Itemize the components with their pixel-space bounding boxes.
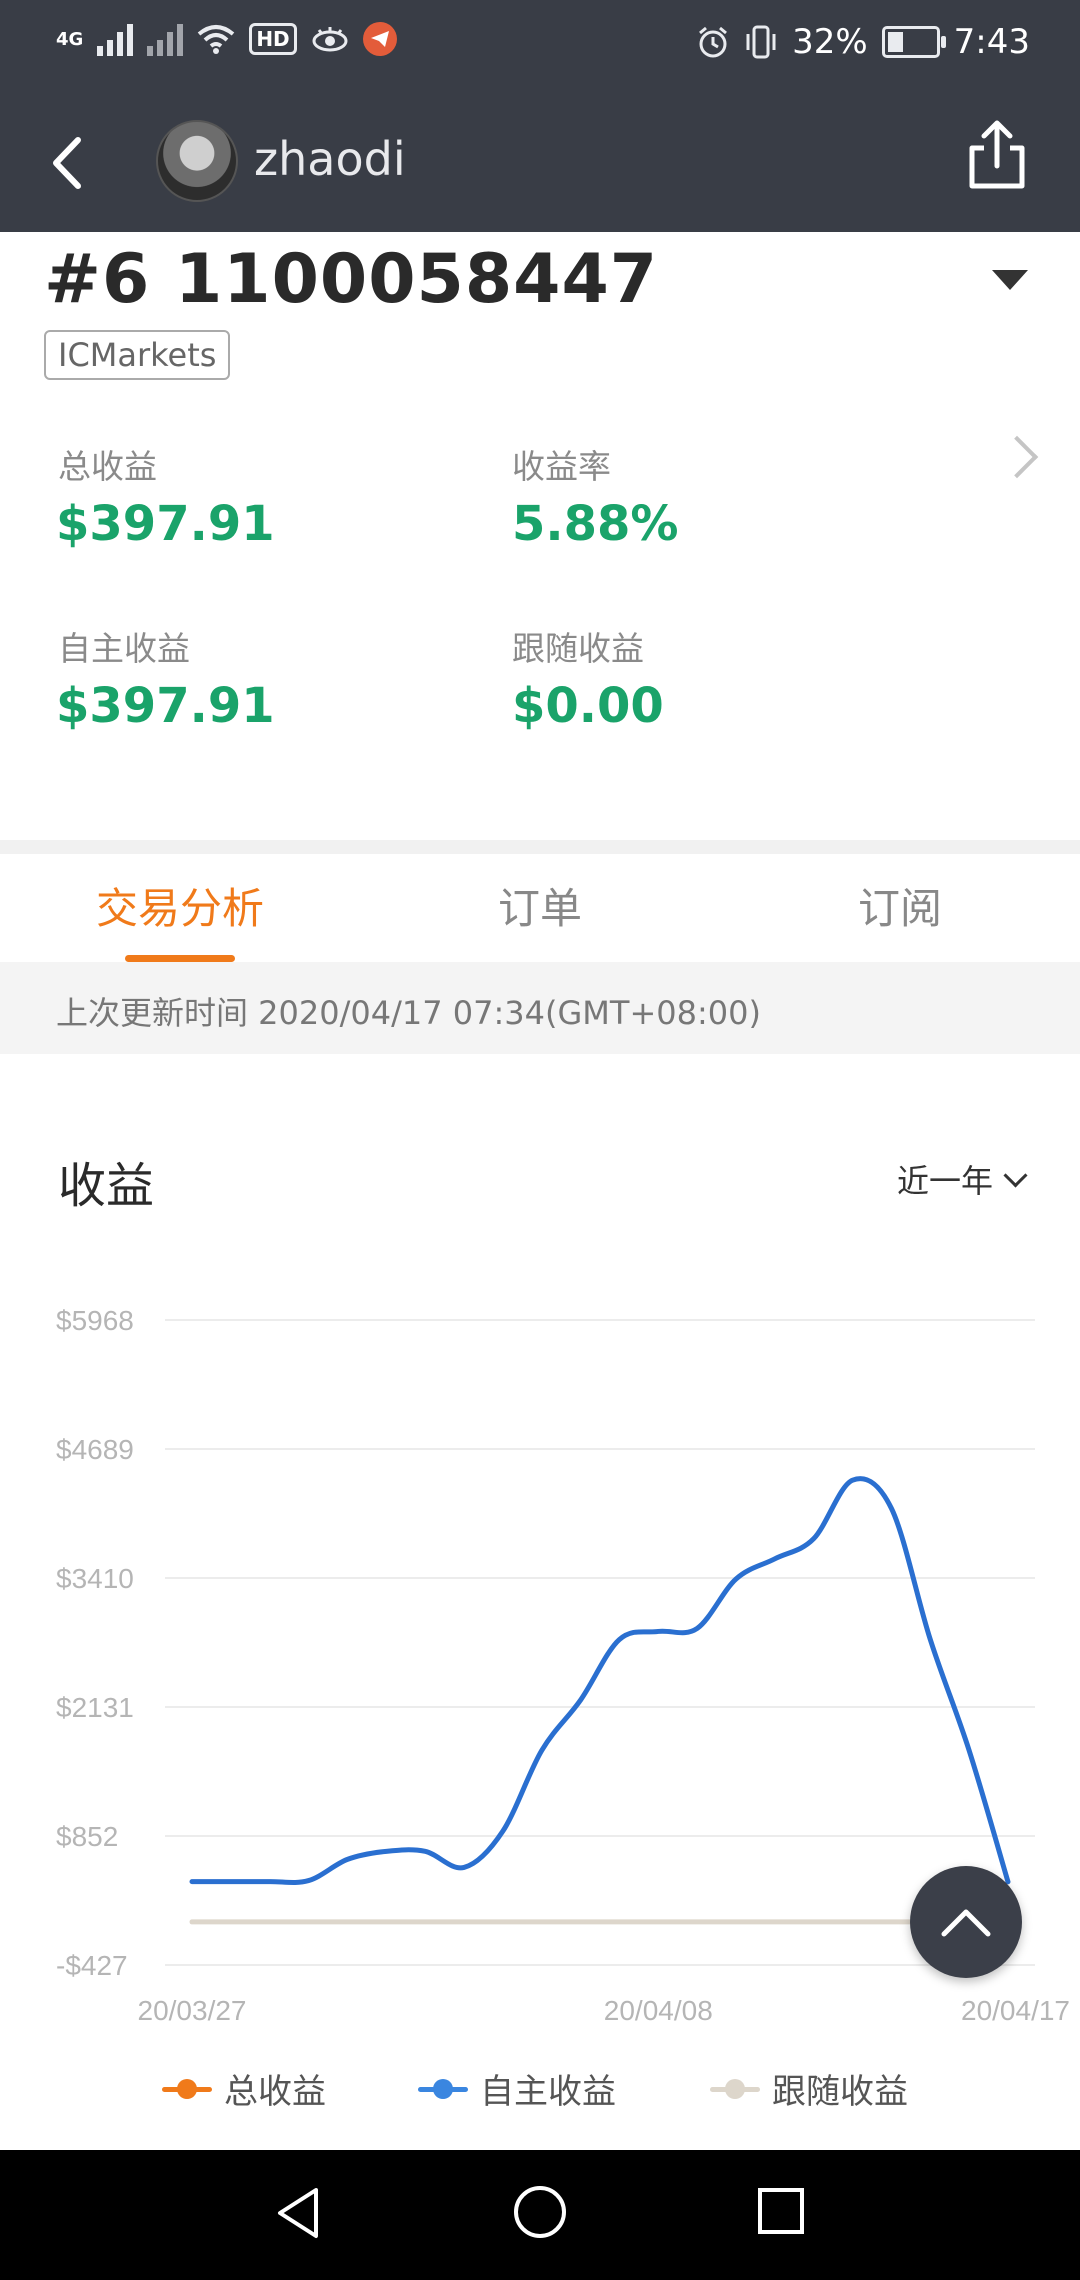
broker-tag: ICMarkets (44, 330, 231, 380)
period-label: 近一年 (896, 1162, 993, 1200)
tab-indicator (125, 955, 235, 962)
y-tick-label: $852 (56, 1821, 118, 1852)
tab-bar: 交易分析 订单 订阅 (0, 854, 1080, 962)
follow-profit-label: 跟随收益 (512, 629, 644, 668)
legend-item-follow[interactable]: 跟随收益 (710, 2064, 908, 2113)
profit-rate-label: 收益率 (512, 447, 611, 486)
hd-icon: HD (249, 23, 297, 55)
own-profit-label: 自主收益 (58, 629, 190, 668)
battery-icon (881, 26, 946, 58)
legend-marker (418, 2078, 468, 2099)
chevron-right-icon[interactable] (995, 435, 1039, 479)
y-tick-label: $5968 (56, 1305, 134, 1336)
section-divider (0, 840, 1080, 854)
signal-icon-2 (147, 22, 184, 56)
x-tick-label: 20/03/27 (138, 1995, 247, 2026)
y-tick-label: $3410 (56, 1563, 134, 1594)
network-type: 4G (56, 28, 84, 50)
own-profit-value: $397.91 (56, 678, 275, 734)
nav-recents-icon[interactable] (756, 2186, 806, 2236)
tab-label: 订阅 (857, 884, 942, 933)
tab-orders[interactable]: 订单 (360, 854, 720, 962)
nav-home-icon[interactable] (512, 2184, 568, 2240)
legend-label: 总收益 (224, 2072, 326, 2112)
eye-icon (312, 27, 348, 52)
chevron-up-icon (941, 1909, 991, 1937)
legend-label: 跟随收益 (772, 2072, 908, 2112)
wifi-icon (198, 25, 235, 54)
y-tick-label: -$427 (56, 1950, 128, 1981)
total-profit-label: 总收益 (58, 447, 157, 486)
account-dropdown-icon[interactable] (992, 270, 1028, 290)
y-tick-label: $4689 (56, 1434, 134, 1465)
app-header: zhaodi (0, 92, 1080, 232)
tab-trade-analysis[interactable]: 交易分析 (0, 854, 360, 962)
vibrate-icon (746, 25, 776, 59)
account-id: #6 1100058447 (44, 240, 659, 319)
last-updated-bar: 上次更新时间 2020/04/17 07:34(GMT+08:00) (0, 962, 1080, 1054)
share-icon[interactable] (962, 118, 1032, 192)
system-nav-bar (0, 2150, 1080, 2280)
tab-label: 订单 (497, 884, 582, 933)
avatar[interactable] (156, 120, 238, 202)
nav-back-icon[interactable] (272, 2184, 324, 2242)
x-tick-label: 20/04/08 (604, 1995, 713, 2026)
own-profit-series-line (189, 1476, 1011, 1885)
chart-legend: 总收益 自主收益 跟随收益 (0, 2064, 1080, 2124)
legend-marker (162, 2078, 212, 2099)
follow-profit-value: $0.00 (512, 678, 664, 734)
profit-rate-value: 5.88% (512, 496, 679, 552)
signal-icon (97, 22, 134, 56)
profit-section-title: 收益 (58, 1158, 155, 1214)
legend-item-own[interactable]: 自主收益 (418, 2064, 616, 2113)
y-tick-label: $2131 (56, 1692, 134, 1723)
battery-percent: 32% (792, 22, 868, 62)
telegram-icon (362, 22, 397, 56)
back-icon[interactable] (36, 128, 106, 198)
last-updated-text: 上次更新时间 2020/04/17 07:34(GMT+08:00) (56, 994, 761, 1032)
clock: 7:43 (953, 22, 1030, 62)
legend-label: 自主收益 (480, 2072, 616, 2112)
total-profit-value: $397.91 (56, 496, 275, 552)
scroll-to-top-button[interactable] (910, 1866, 1022, 1978)
chevron-down-icon (1003, 1162, 1028, 1188)
alarm-icon (699, 26, 728, 58)
x-tick-label: 20/04/17 (961, 1995, 1070, 2026)
legend-marker (710, 2078, 760, 2099)
tab-subscriptions[interactable]: 订阅 (720, 854, 1080, 962)
period-dropdown[interactable]: 近一年 (896, 1156, 1028, 1202)
tab-label: 交易分析 (95, 884, 264, 933)
username[interactable]: zhaodi (254, 132, 406, 186)
legend-item-total[interactable]: 总收益 (162, 2064, 326, 2113)
status-bar: 4G HD 32% 7:43 (0, 0, 1080, 92)
top-bar: 4G HD 32% 7:43 zhaodi (0, 0, 1080, 232)
